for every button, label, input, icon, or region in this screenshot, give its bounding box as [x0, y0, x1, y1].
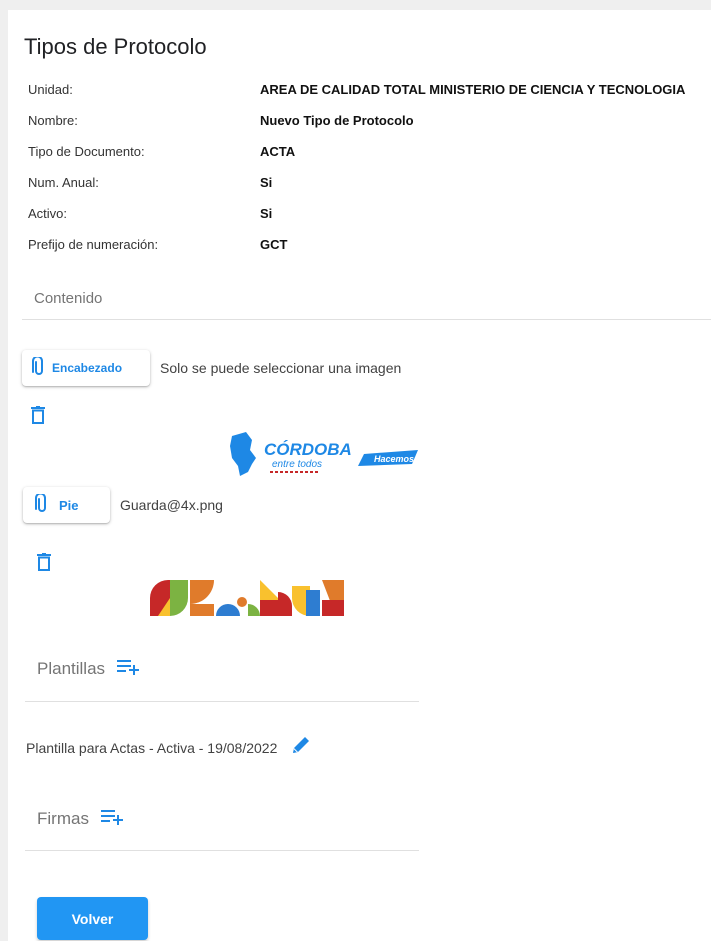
volver-button[interactable]: Volver — [37, 897, 148, 940]
add-plantilla-button[interactable] — [117, 657, 141, 680]
plantillas-title: Plantillas — [37, 658, 106, 678]
delete-footer-button[interactable] — [37, 553, 51, 576]
delete-header-button[interactable] — [31, 406, 45, 429]
plantillas-divider — [25, 701, 419, 702]
tipo-documento-label: Tipo de Documento: — [28, 144, 145, 159]
activo-label: Activo: — [28, 206, 68, 221]
nombre-label: Nombre: — [28, 113, 78, 128]
page-title: Tipos de Protocolo — [24, 34, 207, 59]
num-anual-value: Si — [260, 175, 273, 190]
firmas-title: Firmas — [37, 808, 89, 828]
firmas-divider — [25, 850, 419, 851]
paperclip-icon — [35, 492, 49, 517]
prefijo-value: GCT — [260, 237, 288, 252]
contenido-divider — [22, 319, 711, 320]
activo-value: Si — [260, 206, 273, 221]
main-card: Tipos de Protocolo Unidad: AREA DE CALID… — [8, 10, 711, 941]
contenido-title: Contenido — [34, 290, 103, 307]
unidad-label: Unidad: — [28, 82, 73, 97]
header-logo: CÓRDOBA entre todos Hacemos — [228, 432, 418, 476]
pie-filename: Guarda@4x.png — [120, 497, 223, 513]
prefijo-label: Prefijo de numeración: — [28, 237, 159, 252]
pencil-icon — [291, 737, 311, 759]
plantilla-item: Plantilla para Actas - Activa - 19/08/20… — [26, 739, 278, 756]
plantilla-row: Plantilla para Actas - Activa - 19/08/20… — [26, 735, 311, 760]
nombre-value: Nuevo Tipo de Protocolo — [260, 113, 414, 128]
plantillas-header: Plantillas — [37, 657, 141, 680]
unidad-value: AREA DE CALIDAD TOTAL MINISTERIO DE CIEN… — [260, 82, 686, 97]
firmas-header: Firmas — [37, 807, 125, 830]
pie-button[interactable]: Pie — [23, 487, 110, 523]
edit-plantilla-button[interactable] — [291, 735, 311, 760]
paperclip-icon — [32, 355, 46, 380]
tipo-documento-value: ACTA — [260, 144, 296, 159]
pie-button-label: Pie — [59, 497, 79, 513]
encabezado-button[interactable]: Encabezado — [22, 350, 150, 386]
add-firma-button[interactable] — [100, 807, 125, 830]
footer-pattern-image — [150, 580, 344, 616]
playlist-add-icon — [117, 660, 141, 679]
encabezado-button-label: Encabezado — [52, 361, 123, 375]
encabezado-hint: Solo se puede seleccionar una imagen — [160, 360, 402, 376]
playlist-add-icon — [100, 810, 125, 829]
trash-icon — [37, 553, 51, 575]
logo-text: CÓRDOBA — [264, 440, 352, 459]
trash-icon — [31, 406, 45, 428]
logo-subtext: entre todos — [272, 459, 323, 470]
num-anual-label: Num. Anual: — [28, 175, 99, 190]
logo-badge: Hacemos — [374, 454, 415, 464]
